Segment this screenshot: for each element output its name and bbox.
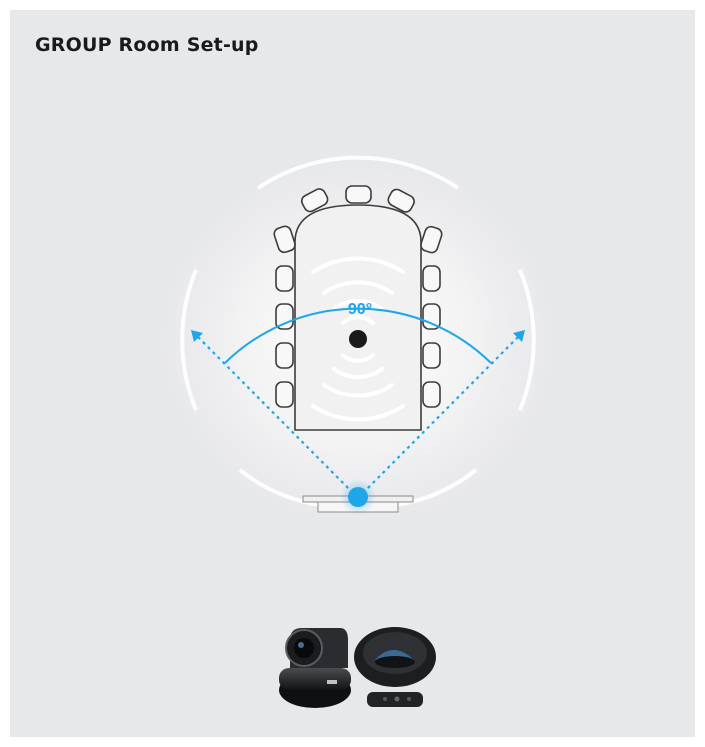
camera-position-dot (348, 487, 368, 507)
room-diagram: 90° (148, 145, 568, 708)
remote-control-icon (367, 692, 423, 707)
ptz-camera-icon (279, 628, 351, 708)
speakerphone-icon (354, 627, 436, 687)
speakerphone-dot (349, 330, 367, 348)
field-of-view-label: 90° (348, 301, 372, 318)
